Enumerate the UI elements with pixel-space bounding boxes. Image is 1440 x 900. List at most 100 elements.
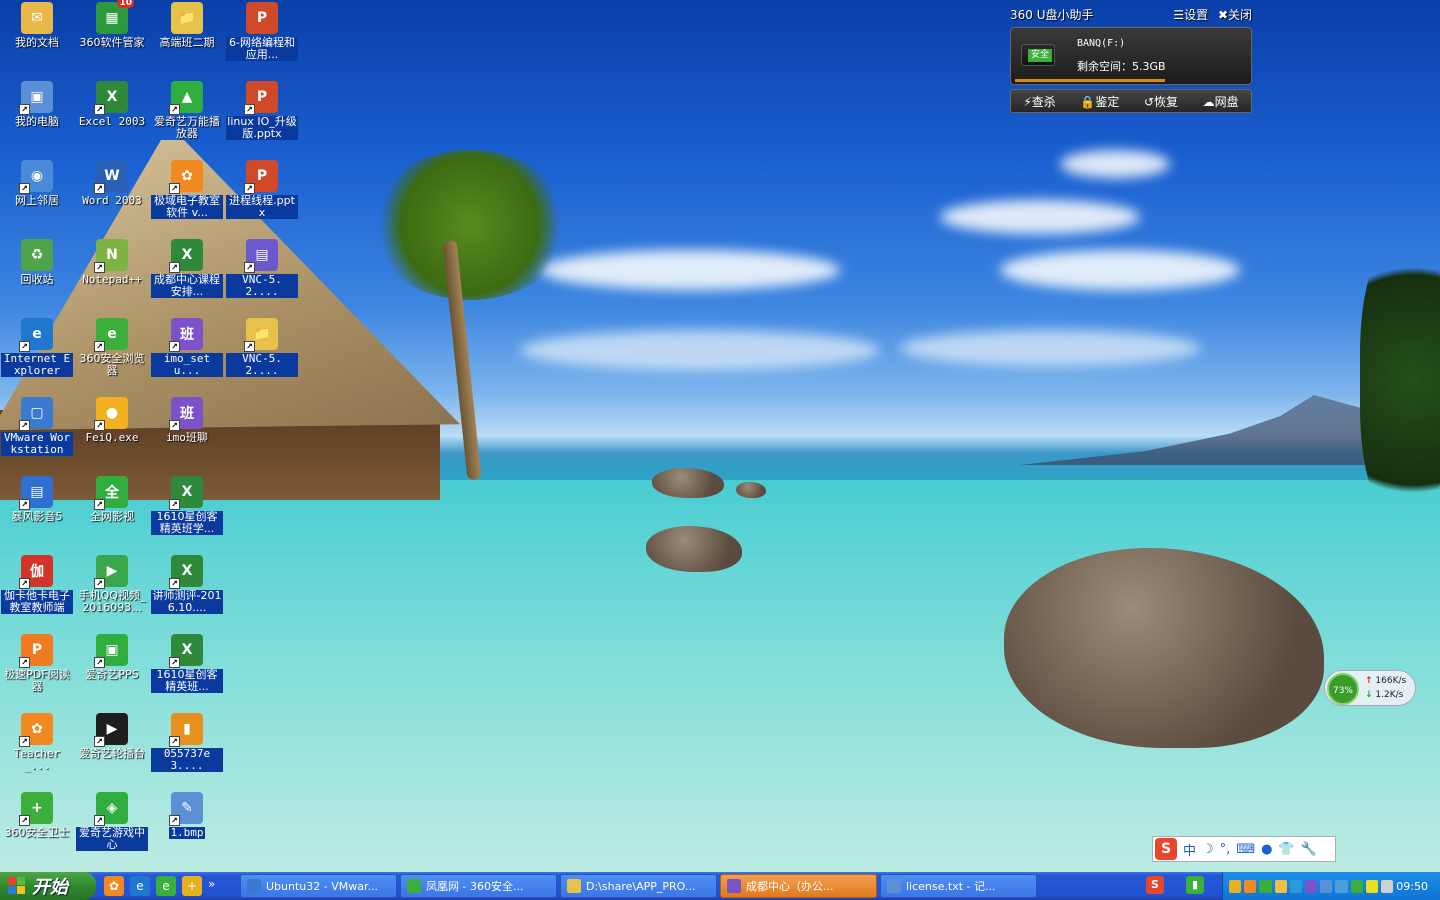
desktop-icon[interactable]: X ↗ Excel 2003 — [75, 81, 149, 157]
tray-icon[interactable] — [1244, 879, 1257, 893]
360guard-icon[interactable]: + — [182, 876, 202, 896]
desktop-icon[interactable]: P ↗ linux IO_升级版.pptx — [225, 81, 299, 157]
shortcut-arrow-icon: ↗ — [169, 341, 180, 352]
tray-icon[interactable] — [1259, 879, 1272, 893]
close-button[interactable]: ✖关闭 — [1218, 8, 1252, 22]
usb-icon[interactable]: ▮ — [1186, 876, 1204, 894]
desktop-icon-label: 网上邻居 — [15, 194, 59, 207]
tray-icon[interactable] — [1350, 879, 1363, 893]
scan-button[interactable]: ⚡查杀 — [1023, 93, 1055, 110]
desktop-icon[interactable]: 班 ↗ imo_setu... — [150, 318, 224, 394]
360-icon[interactable]: ✿ — [104, 876, 124, 896]
desktop-icon[interactable]: X ↗ 1610星创客精英班学... — [150, 476, 224, 552]
desktop-icon[interactable]: 伽 ↗ 伽卡他卡电子教室教师端 — [0, 555, 74, 631]
app-icon: ▮ ↗ — [169, 713, 203, 747]
shortcut-arrow-icon: ↗ — [244, 262, 255, 273]
start-button[interactable]: 开始 — [0, 872, 96, 900]
desktop-icon[interactable]: ◉ ↗ 网上邻居 — [0, 160, 74, 236]
taskbar-window-button[interactable]: license.txt - 记... — [880, 874, 1037, 898]
tray-icon[interactable] — [1320, 879, 1333, 893]
desktop-icon[interactable]: ◈ ↗ 爱奇艺游戏中心 — [75, 792, 149, 868]
app-icon: X ↗ — [169, 555, 203, 589]
tools-icon[interactable]: 🔧 — [1301, 842, 1317, 857]
desktop-icon[interactable]: ▤ ↗ 暴风影音5 — [0, 476, 74, 552]
desktop-icon[interactable]: 全 ↗ 全网影视 — [75, 476, 149, 552]
shortcut-arrow-icon: ↗ — [94, 183, 105, 194]
app-icon: 📁 — [171, 2, 203, 34]
desktop-icon[interactable]: P ↗ 极速PDF阅读器 — [0, 634, 74, 710]
desktop-icon[interactable]: X ↗ 成都中心课程安排... — [150, 239, 224, 315]
shortcut-arrow-icon: ↗ — [169, 420, 180, 431]
desktop-icon[interactable]: ✿ ↗ 极域电子教室软件 v... — [150, 160, 224, 236]
app-icon: P ↗ — [244, 160, 278, 194]
desktop-icon[interactable]: ● ↗ FeiQ.exe — [75, 397, 149, 473]
taskbar-window-button[interactable]: 凤凰网 - 360安全... — [400, 874, 557, 898]
ie-icon[interactable]: e — [130, 876, 150, 896]
taskbar-window-button[interactable]: Ubuntu32 - VMwar... — [240, 874, 397, 898]
user-icon[interactable]: ● — [1261, 842, 1272, 857]
keyboard-icon[interactable]: ⌨ — [1236, 842, 1255, 857]
input-mode-toggle[interactable]: 中 — [1183, 840, 1196, 859]
tray-icon[interactable] — [1274, 879, 1287, 893]
cloud — [540, 250, 840, 290]
app-icon: P — [246, 2, 278, 34]
desktop-icon[interactable]: ▢ ↗ VMware Workstation — [0, 397, 74, 473]
quick-launch-overflow-icon[interactable]: » — [208, 876, 215, 896]
desktop-icon[interactable]: ▦ 10 360软件管家 — [75, 0, 149, 78]
desktop-icon[interactable]: ▣ ↗ 爱奇艺PPS — [75, 634, 149, 710]
shortcut-arrow-icon: ↗ — [244, 183, 255, 194]
sogou-logo-icon[interactable]: S — [1155, 838, 1177, 860]
start-label: 开始 — [32, 877, 68, 898]
tray-icon[interactable] — [1305, 879, 1318, 893]
sogou-icon[interactable]: S — [1146, 876, 1164, 894]
desktop-icon[interactable]: ▶ ↗ 手机QQ视频_2016093... — [75, 555, 149, 631]
desktop-icon[interactable]: X ↗ 讲师测评-2016.10.... — [150, 555, 224, 631]
app-icon: ✎ ↗ — [169, 792, 203, 826]
tray-icon[interactable] — [1289, 879, 1303, 893]
clock[interactable]: 09:50 — [1396, 880, 1428, 893]
tray-icon[interactable] — [1365, 879, 1379, 893]
identify-button[interactable]: 🔒鉴定 — [1080, 93, 1119, 110]
drive-name: BANQ(F:) — [1077, 38, 1126, 49]
tray-icon[interactable] — [1381, 879, 1394, 893]
app-icon: ▶ ↗ — [94, 713, 128, 747]
desktop-icon[interactable]: ✎ ↗ 1.bmp — [150, 792, 224, 868]
desktop-icon[interactable]: 📁 ↗ VNC-5.2.... — [225, 318, 299, 394]
desktop-icon[interactable]: ▲ ↗ 爱奇艺万能播放器 — [150, 81, 224, 157]
desktop-icon[interactable]: + ↗ 360安全卫士 — [0, 792, 74, 868]
shortcut-arrow-icon: ↗ — [94, 578, 105, 589]
system-tray: 09:50 — [1222, 872, 1440, 900]
desktop-icon[interactable]: e ↗ 360安全浏览器 — [75, 318, 149, 394]
desktop-icon[interactable]: ▶ ↗ 爱奇艺轮播台 — [75, 713, 149, 789]
taskbar-window-button[interactable]: 成都中心（办公... — [720, 874, 877, 898]
punctuation-icon[interactable]: °, — [1220, 842, 1231, 857]
skin-icon[interactable]: 👕 — [1278, 842, 1294, 857]
desktop-icon[interactable]: X ↗ 1610星创客精英班... — [150, 634, 224, 710]
desktop-icon[interactable]: ♻ 回收站 — [0, 239, 74, 315]
desktop-icon[interactable]: W ↗ Word 2003 — [75, 160, 149, 236]
desktop-icon[interactable]: P 6-网络编程和应用... — [225, 2, 299, 78]
tray-icon[interactable] — [1229, 879, 1242, 893]
desktop-icon[interactable]: P ↗ 进程线程.pptx — [225, 160, 299, 236]
360browser-icon[interactable]: e — [156, 876, 176, 896]
desktop-icon[interactable]: 班 ↗ imo班聊 — [150, 397, 224, 473]
update-badge: 10 — [117, 0, 134, 8]
settings-button[interactable]: ☰设置 — [1173, 8, 1208, 22]
tray-icon[interactable] — [1335, 879, 1348, 893]
desktop-icon[interactable]: e ↗ Internet Explorer — [0, 318, 74, 394]
desktop-icon[interactable]: 📁 高端班二期 — [150, 2, 224, 78]
app-icon: e ↗ — [19, 318, 53, 352]
network-speed-meter[interactable]: 73% ↑ 166K/s ↓ 1.2K/s — [1324, 670, 1416, 706]
halfwidth-icon[interactable]: ☽ — [1202, 842, 1214, 857]
desktop-icon[interactable]: ▮ ↗ 055737e3.... — [150, 713, 224, 789]
cloud-disk-button[interactable]: ☁网盘 — [1203, 93, 1239, 110]
desktop-icon[interactable]: N ↗ Notepad++ — [75, 239, 149, 315]
restore-button[interactable]: ↺恢复 — [1144, 93, 1178, 110]
desktop-icon[interactable]: ✉ 我的文档 — [0, 2, 74, 78]
shortcut-arrow-icon: ↗ — [94, 499, 105, 510]
desktop-icon[interactable]: ✿ ↗ Teacher_... — [0, 713, 74, 789]
desktop-icon-label: 极速PDF阅读器 — [4, 668, 70, 693]
desktop-icon[interactable]: ▤ ↗ VNC-5.2.... — [225, 239, 299, 315]
taskbar-window-button[interactable]: D:\share\APP_PRO... — [560, 874, 717, 898]
desktop-icon[interactable]: ▣ ↗ 我的电脑 — [0, 81, 74, 157]
